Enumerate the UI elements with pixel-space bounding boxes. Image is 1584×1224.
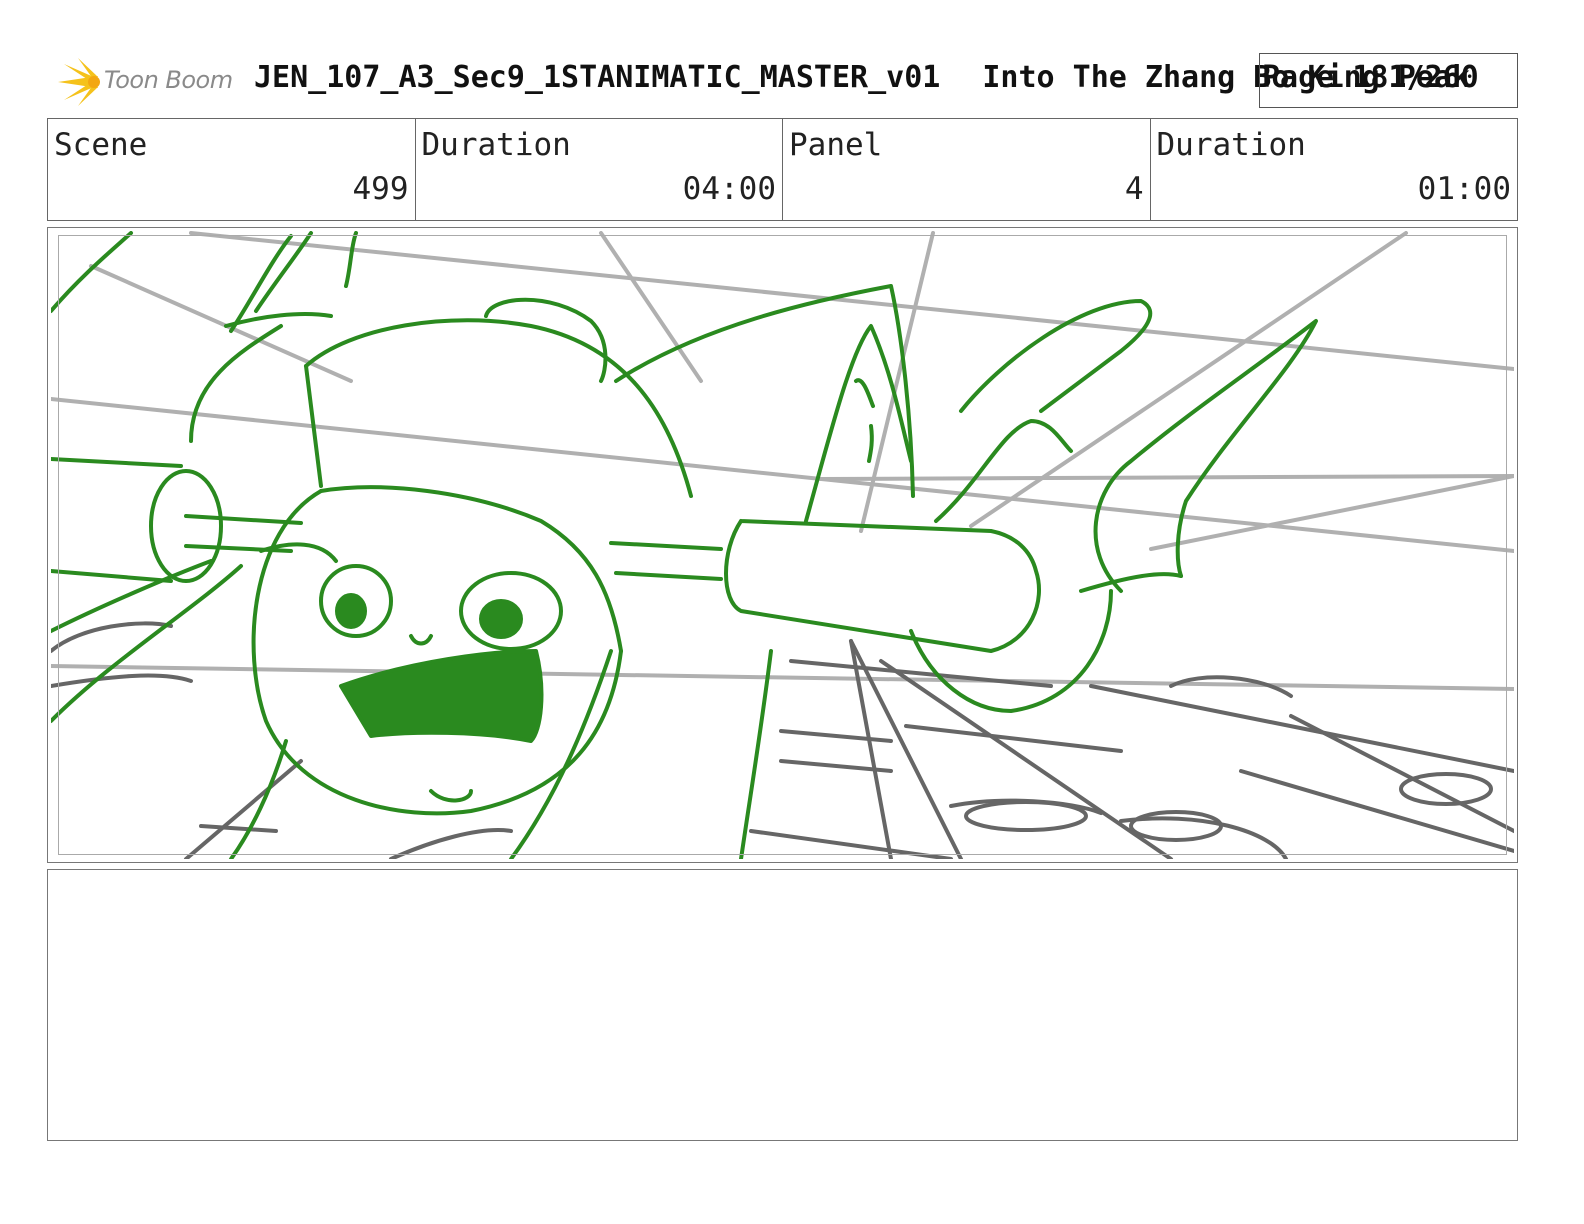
panel-cell: Panel 4: [783, 119, 1151, 220]
page-counter: Page 181/260: [1262, 60, 1479, 95]
storyboard-sketch: [51, 231, 1514, 859]
panel-duration-label: Duration: [1156, 127, 1306, 163]
character-sketch: [51, 231, 1318, 859]
panel-duration-cell: Duration 01:00: [1151, 119, 1518, 220]
scene-duration-cell: Duration 04:00: [416, 119, 783, 220]
panel-value: 4: [1124, 171, 1144, 207]
logo-text: Toon Boom: [104, 66, 233, 94]
scene-value: 499: [352, 171, 409, 207]
ground-sketch: [51, 621, 1514, 859]
storyboard-panel: [47, 227, 1518, 863]
panel-label: Panel: [789, 127, 883, 163]
scene-duration-label: Duration: [421, 127, 571, 163]
scene-info-row: Scene 499 Duration 04:00 Panel 4 Duratio…: [47, 118, 1518, 221]
file-name: JEN_107_A3_Sec9_1STANIMATIC_MASTER_v01: [254, 60, 941, 95]
scene-cell: Scene 499: [48, 119, 416, 220]
panel-notes-area: [47, 869, 1518, 1141]
perspective-guides: [51, 231, 1514, 691]
scene-duration-value: 04:00: [682, 171, 776, 207]
scene-label: Scene: [54, 127, 148, 163]
panel-duration-value: 01:00: [1417, 171, 1511, 207]
